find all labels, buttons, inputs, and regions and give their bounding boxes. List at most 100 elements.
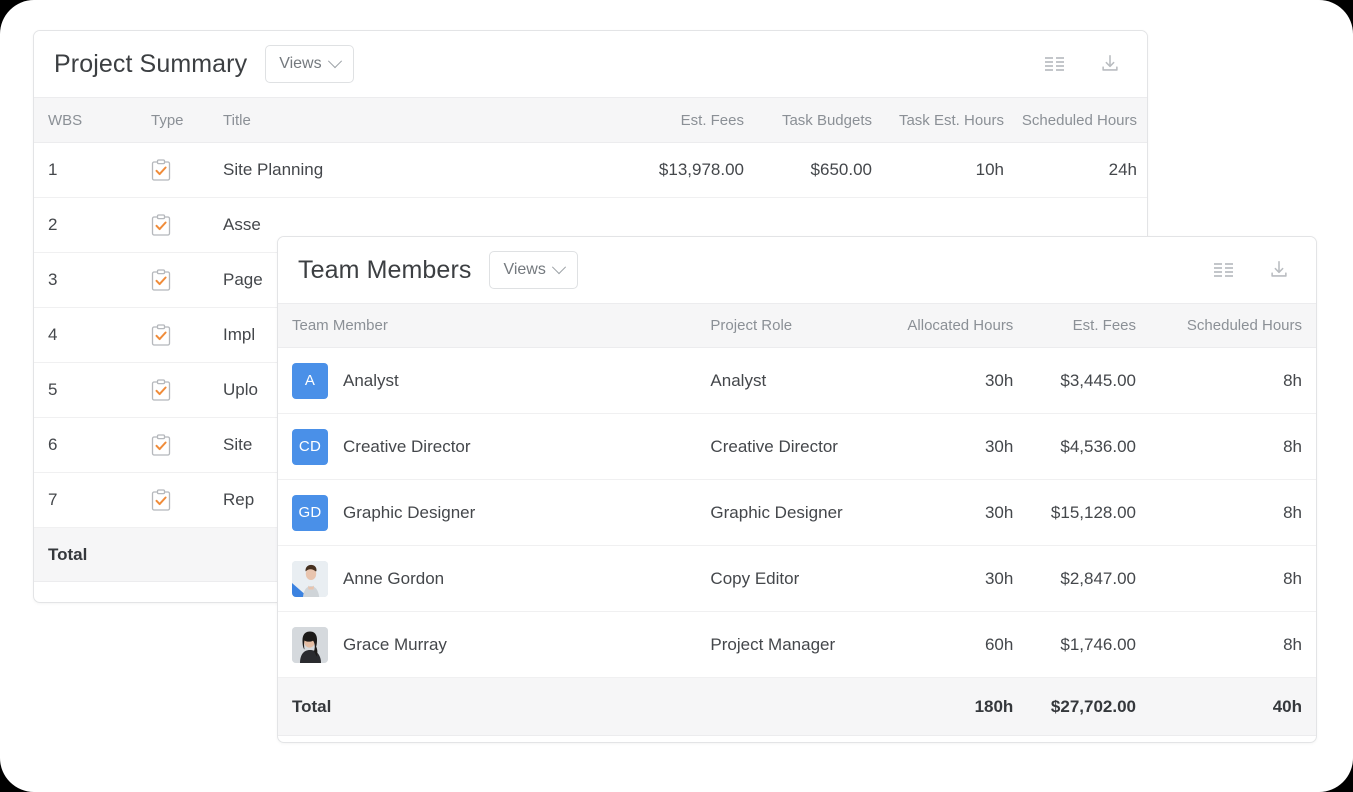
project-summary-header-actions (1041, 51, 1123, 77)
avatar: GD (292, 494, 328, 531)
task-clipboard-icon (151, 324, 171, 346)
project-summary-header: Project Summary Views (34, 31, 1147, 97)
cell-wbs: 1 (34, 142, 139, 198)
cell-team-member: Grace Murray (278, 611, 699, 678)
cell-est-fees: $1,746.00 (1027, 611, 1151, 678)
total-est-fees: $27,702.00 (1027, 677, 1151, 736)
table-row[interactable]: Anne Gordon Copy Editor 30h $2,847.00 8h (278, 545, 1316, 612)
team-members-table-body: A Analyst Analyst 30h $3,445.00 8h CD Cr… (278, 347, 1316, 678)
cell-type (139, 417, 211, 473)
cell-wbs: 6 (34, 417, 139, 473)
cell-type (139, 197, 211, 253)
columns-icon[interactable] (1210, 257, 1236, 283)
column-header-wbs[interactable]: WBS (34, 97, 139, 143)
app-root: Project Summary Views WBS Type Title Est… (0, 0, 1353, 792)
column-header-scheduled-hours[interactable]: Scheduled Hours (1016, 97, 1147, 143)
cell-est-fees: $4,536.00 (1027, 413, 1151, 480)
cell-scheduled-hours: 24h (1016, 142, 1147, 198)
cell-wbs: 7 (34, 472, 139, 528)
team-members-table: Team Member Project Role Allocated Hours… (278, 303, 1316, 736)
member-name: Creative Director (343, 436, 471, 456)
cell-scheduled-hours: 8h (1150, 413, 1316, 480)
cell-est-fees: $15,128.00 (1027, 479, 1151, 546)
member-name: Graphic Designer (343, 502, 476, 522)
download-icon[interactable] (1266, 257, 1292, 283)
cell-task-est-hours: 10h (884, 142, 1016, 198)
task-clipboard-icon (151, 489, 171, 511)
cell-type (139, 252, 211, 308)
task-clipboard-icon (151, 379, 171, 401)
cell-est-fees: $13,978.00 (609, 142, 756, 198)
avatar (292, 626, 328, 663)
column-header-est-fees[interactable]: Est. Fees (609, 97, 756, 143)
avatar: A (292, 362, 328, 399)
column-header-task-budgets[interactable]: Task Budgets (756, 97, 884, 143)
total-label: Total (278, 677, 895, 736)
cell-wbs: 3 (34, 252, 139, 308)
download-icon[interactable] (1097, 51, 1123, 77)
cell-scheduled-hours: 8h (1150, 611, 1316, 678)
cell-title: Site Planning (211, 142, 609, 198)
cell-scheduled-hours: 8h (1150, 347, 1316, 414)
total-allocated-hours: 180h (894, 677, 1028, 736)
columns-icon[interactable] (1041, 51, 1067, 77)
cell-project-role: Copy Editor (698, 545, 895, 612)
cell-allocated-hours: 30h (894, 347, 1028, 414)
member-name: Anne Gordon (343, 568, 445, 588)
column-header-scheduled-hours[interactable]: Scheduled Hours (1150, 303, 1316, 348)
avatar-photo (292, 560, 328, 597)
cell-est-fees: $2,847.00 (1027, 545, 1151, 612)
team-members-table-head: Team Member Project Role Allocated Hours… (278, 303, 1316, 348)
chevron-down-icon (551, 260, 566, 275)
cell-wbs: 5 (34, 362, 139, 418)
column-header-task-est-hours[interactable]: Task Est. Hours (884, 97, 1016, 143)
cell-est-fees: $3,445.00 (1027, 347, 1151, 414)
total-row: Total 180h $27,702.00 40h (278, 677, 1316, 736)
team-members-title: Team Members (298, 255, 472, 284)
cell-allocated-hours: 60h (894, 611, 1028, 678)
column-header-est-fees[interactable]: Est. Fees (1027, 303, 1151, 348)
views-label: Views (503, 261, 546, 278)
member-name: Analyst (343, 370, 399, 390)
cell-type (139, 142, 211, 198)
team-members-header: Team Members Views (278, 237, 1316, 303)
task-clipboard-icon (151, 434, 171, 456)
cell-team-member: Anne Gordon (278, 545, 699, 612)
column-header-type[interactable]: Type (139, 97, 211, 143)
project-summary-title: Project Summary (54, 49, 248, 78)
team-members-panel: Team Members Views Team Member Project R… (277, 236, 1317, 743)
views-label: Views (279, 55, 322, 72)
cell-project-role: Graphic Designer (698, 479, 895, 546)
cell-project-role: Project Manager (698, 611, 895, 678)
column-header-project-role[interactable]: Project Role (698, 303, 895, 348)
table-row[interactable]: CD Creative Director Creative Director 3… (278, 413, 1316, 480)
table-row[interactable]: A Analyst Analyst 30h $3,445.00 8h (278, 347, 1316, 414)
column-header-title[interactable]: Title (211, 97, 609, 143)
cell-project-role: Analyst (698, 347, 895, 414)
table-header-row: Team Member Project Role Allocated Hours… (278, 303, 1316, 348)
table-row[interactable]: GD Graphic Designer Graphic Designer 30h… (278, 479, 1316, 546)
cell-team-member: CD Creative Director (278, 413, 699, 480)
cell-type (139, 307, 211, 363)
cell-type (139, 362, 211, 418)
column-header-allocated-hours[interactable]: Allocated Hours (894, 303, 1028, 348)
cell-project-role: Creative Director (698, 413, 895, 480)
cell-type (139, 472, 211, 528)
table-row[interactable]: Grace Murray Project Manager 60h $1,746.… (278, 611, 1316, 678)
task-clipboard-icon (151, 159, 171, 181)
avatar (292, 560, 328, 597)
avatar: CD (292, 428, 328, 465)
column-header-team-member[interactable]: Team Member (278, 303, 699, 348)
project-summary-table-head: WBS Type Title Est. Fees Task Budgets Ta… (34, 97, 1147, 143)
chevron-down-icon (327, 54, 342, 69)
table-header-row: WBS Type Title Est. Fees Task Budgets Ta… (34, 97, 1147, 143)
cell-scheduled-hours: 8h (1150, 545, 1316, 612)
project-summary-views-button[interactable]: Views (265, 45, 354, 83)
team-members-views-button[interactable]: Views (489, 251, 578, 289)
cell-wbs: 4 (34, 307, 139, 363)
table-row[interactable]: 1 Site Planning $13,978.00 $650.00 10h 2… (34, 142, 1147, 198)
task-clipboard-icon (151, 269, 171, 291)
cell-task-budgets: $650.00 (756, 142, 884, 198)
member-name: Grace Murray (343, 634, 447, 654)
team-members-header-actions (1210, 257, 1292, 283)
